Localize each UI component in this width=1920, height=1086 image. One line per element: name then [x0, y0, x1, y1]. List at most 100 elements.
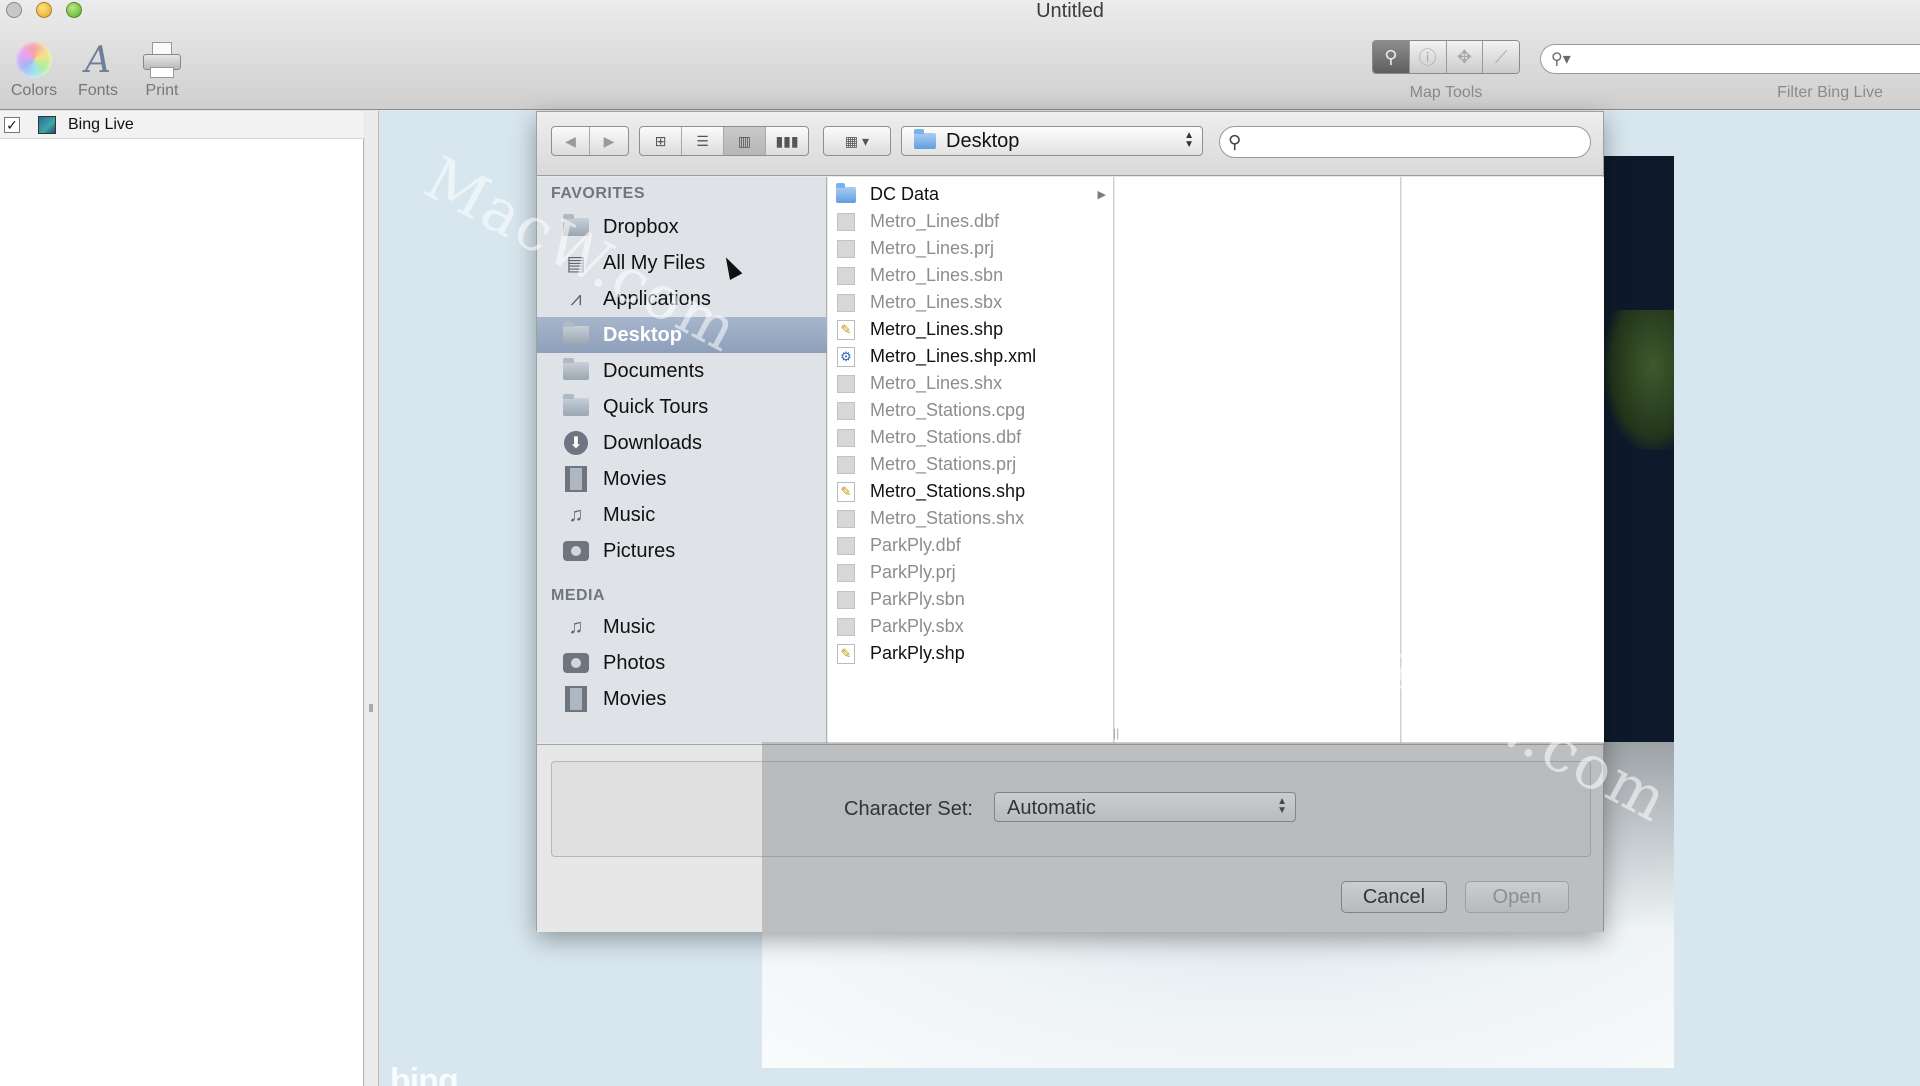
character-set-popup[interactable]: Automatic ▲ ▼: [994, 792, 1296, 822]
empty-browser-column[interactable]: [1402, 177, 1604, 743]
accessory-panel: Character Set: Automatic ▲ ▼: [551, 761, 1591, 857]
file-row[interactable]: Metro_Stations.prj: [828, 451, 1114, 478]
file-icon-wrap: [836, 455, 856, 475]
document-icon: [837, 374, 855, 393]
file-name: Metro_Stations.shp: [870, 481, 1026, 501]
document-icon: [837, 293, 855, 312]
sidebar-item-movies[interactable]: Movies: [537, 681, 827, 717]
file-name: ParkPly.shp: [870, 643, 965, 663]
cancel-button[interactable]: Cancel: [1341, 881, 1447, 913]
file-row[interactable]: ⚙ Metro_Lines.shp.xml: [828, 343, 1114, 370]
empty-browser-column[interactable]: [1115, 177, 1401, 743]
folder-icon: [563, 394, 589, 416]
file-name: Metro_Lines.shp.xml: [870, 346, 1037, 366]
magnifier-icon: ⚲: [1384, 46, 1398, 67]
forward-arrow-icon: ▶: [603, 132, 615, 149]
sidebar-item-dropbox[interactable]: Dropbox: [537, 209, 827, 245]
layer-visibility-checkbox[interactable]: ✓: [4, 116, 20, 133]
dialog-sidebar: FAVORITES Dropbox ▤ All My Files ⩘ Applicati…: [537, 177, 827, 743]
list-view-icon: ☰: [696, 132, 709, 149]
sidebar-icon-wrap: [563, 539, 589, 563]
file-row[interactable]: ParkPly.dbf: [828, 532, 1114, 559]
location-popup[interactable]: Desktop ▲ ▼: [901, 126, 1203, 156]
file-row[interactable]: Metro_Stations.shx: [828, 505, 1114, 532]
file-name: DC Data: [870, 184, 940, 204]
document-icon: [837, 590, 855, 609]
file-row[interactable]: ParkPly.prj: [828, 559, 1114, 586]
file-icon-wrap: [836, 401, 856, 421]
font-icon: A: [85, 39, 111, 81]
file-name: Metro_Lines.dbf: [870, 211, 1000, 231]
fonts-label: Fonts: [77, 82, 118, 99]
forward-button[interactable]: ▶: [590, 127, 628, 155]
list-view-button[interactable]: ☰: [682, 127, 724, 155]
map-tool-button[interactable]: ✥: [1446, 41, 1484, 73]
sidebar-item-label: Music: [603, 503, 656, 526]
map-tool-button[interactable]: ⓘ: [1409, 41, 1447, 73]
file-row[interactable]: ✎ ParkPly.shp: [828, 640, 1114, 667]
dialog-search-field[interactable]: ⚲: [1219, 126, 1591, 158]
file-icon-wrap: [836, 536, 856, 556]
sidebar-item-music[interactable]: ♫ Music: [537, 609, 827, 645]
map-tools-segmented-control[interactable]: ⚲ ⓘ ✥ ⟋: [1372, 40, 1520, 74]
back-button[interactable]: ◀: [552, 127, 590, 155]
file-row[interactable]: ✎ Metro_Lines.shp: [828, 316, 1114, 343]
sidebar-item-all-my-files[interactable]: ▤ All My Files: [537, 245, 827, 281]
folder-row[interactable]: DC Data ▶: [828, 181, 1114, 208]
sidebar-item-movies[interactable]: Movies: [537, 461, 827, 497]
open-button[interactable]: Open: [1465, 881, 1569, 913]
map-tools-label: Map Tools: [1409, 84, 1483, 101]
sidebar-item-desktop[interactable]: Desktop: [537, 317, 827, 353]
file-row[interactable]: Metro_Lines.prj: [828, 235, 1114, 262]
splitter-handle[interactable]: [369, 704, 373, 712]
file-row[interactable]: ParkPly.sbx: [828, 613, 1114, 640]
sidebar-item-pictures[interactable]: Pictures: [537, 533, 827, 569]
sidebar-item-quick-tours[interactable]: Quick Tours: [537, 389, 827, 425]
sidebar-item-label: All My Files: [603, 251, 706, 274]
panel-splitter[interactable]: [365, 111, 379, 1086]
document-icon: [837, 509, 855, 528]
file-icon-wrap: ✎: [836, 643, 856, 664]
sidebar-item-applications[interactable]: ⩘ Applications: [537, 281, 827, 317]
desktop-icon: [563, 322, 589, 344]
file-name: Metro_Stations.dbf: [870, 427, 1022, 447]
photos-icon: [563, 653, 589, 673]
file-row[interactable]: Metro_Stations.dbf: [828, 424, 1114, 451]
arrange-button[interactable]: ▦ ▾: [823, 126, 891, 156]
shapefile-icon: ✎: [837, 643, 855, 664]
file-icon-wrap: ⚙: [836, 346, 856, 367]
window-titlebar: Untitled Colors A Fonts Print ⚲ ⓘ ✥ ⟋ Map T…: [0, 0, 1920, 110]
sidebar-item-downloads[interactable]: ⬇ Downloads: [537, 425, 827, 461]
sidebar-item-music[interactable]: ♫ Music: [537, 497, 827, 533]
movies-icon: [565, 686, 587, 712]
map-tool-button[interactable]: ⟋: [1483, 41, 1519, 73]
view-mode-buttons: ⊞ ☰ ▥ ▮▮▮: [639, 126, 809, 156]
shapefile-icon: ✎: [837, 481, 855, 502]
arrange-grid-icon: ▦ ▾: [844, 132, 870, 149]
coverflow-view-button[interactable]: ▮▮▮: [766, 127, 808, 155]
file-icon-wrap: [836, 617, 856, 637]
file-row[interactable]: Metro_Stations.cpg: [828, 397, 1114, 424]
color-wheel-icon: [16, 42, 52, 78]
map-tool-button[interactable]: ⚲: [1373, 41, 1410, 73]
sidebar-item-photos[interactable]: Photos: [537, 645, 827, 681]
filter-search-field[interactable]: ⚲▾: [1540, 44, 1920, 74]
sidebar-item-documents[interactable]: Documents: [537, 353, 827, 389]
column-view-button[interactable]: ▥: [724, 127, 766, 155]
file-row[interactable]: Metro_Lines.shx: [828, 370, 1114, 397]
column-view-icon: ▥: [737, 132, 752, 149]
file-row[interactable]: Metro_Lines.dbf: [828, 208, 1114, 235]
character-set-label: Character Set:: [844, 798, 973, 820]
icon-view-button[interactable]: ⊞: [640, 127, 682, 155]
column-resize-handle[interactable]: ||: [1113, 726, 1119, 740]
colors-button[interactable]: Colors: [4, 38, 64, 100]
file-row[interactable]: Metro_Lines.sbn: [828, 262, 1114, 289]
fonts-button[interactable]: A Fonts: [68, 38, 128, 100]
file-browser-column[interactable]: DC Data ▶ Metro_Lines.dbf Metro_Lines.prj Me…: [828, 177, 1114, 743]
pictures-icon: [563, 541, 589, 561]
file-row[interactable]: ParkPly.sbn: [828, 586, 1114, 613]
print-button[interactable]: Print: [132, 38, 192, 100]
layer-row[interactable]: ✓ Bing Live: [0, 111, 364, 139]
file-row[interactable]: ✎ Metro_Stations.shp: [828, 478, 1114, 505]
file-row[interactable]: Metro_Lines.sbx: [828, 289, 1114, 316]
